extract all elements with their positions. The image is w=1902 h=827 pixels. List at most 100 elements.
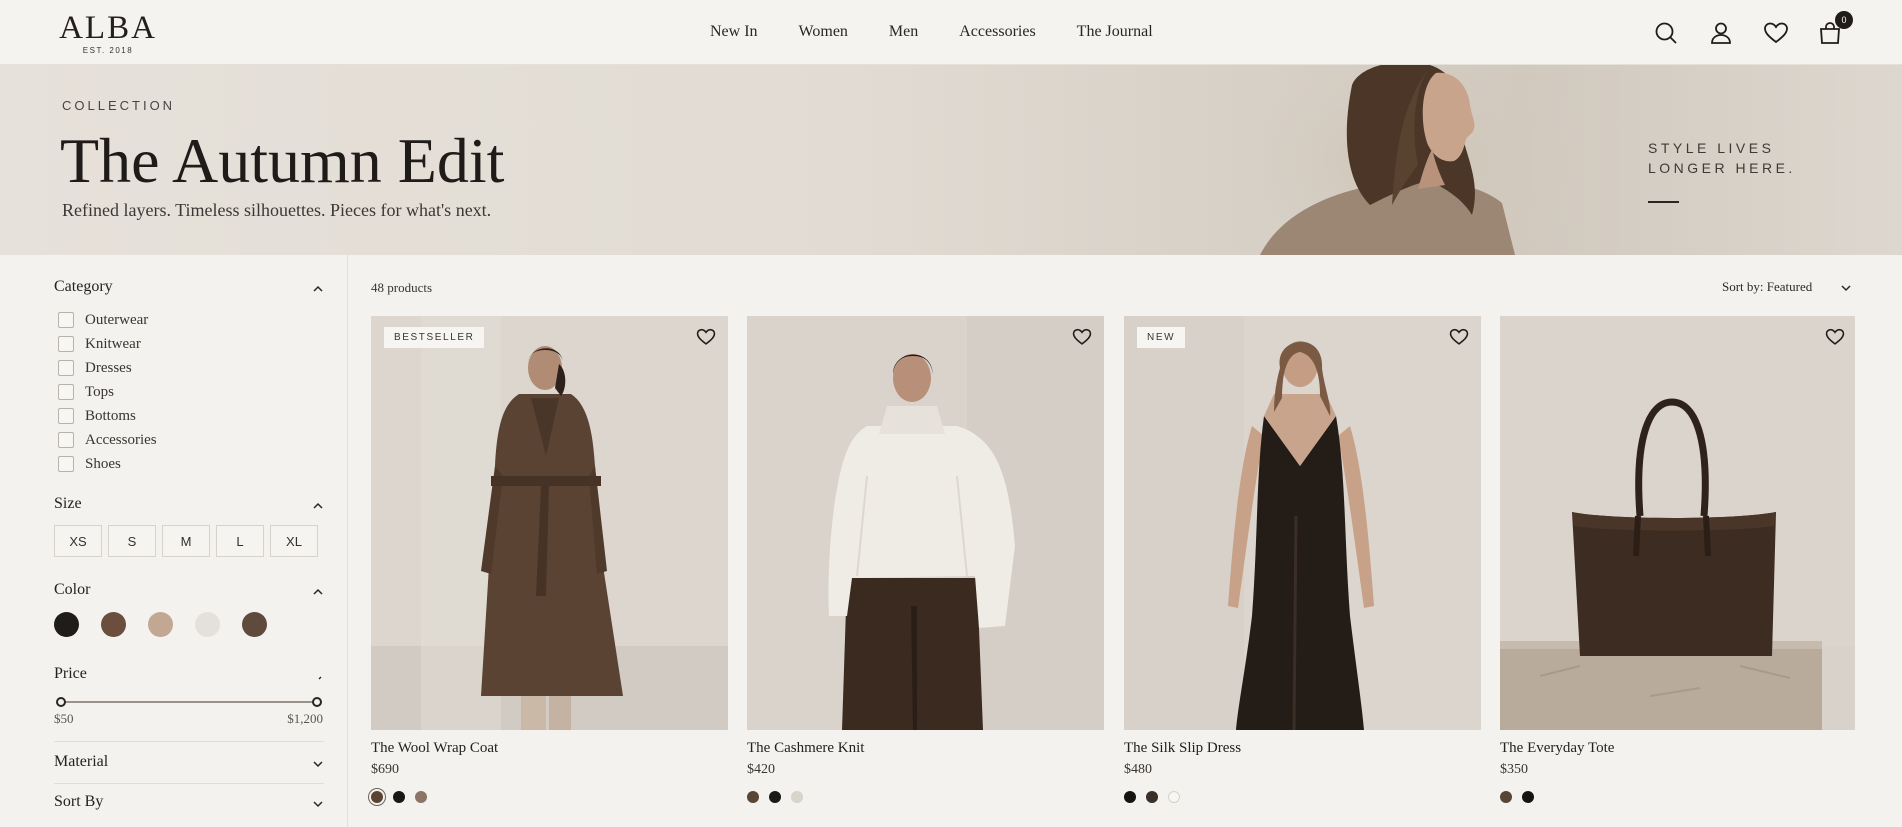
size-filter-label: Size xyxy=(54,495,82,512)
color-swatch-tan[interactable] xyxy=(148,612,173,637)
category-option-knitwear[interactable]: Knitwear xyxy=(58,332,157,356)
product-color-options xyxy=(1500,791,1544,803)
size-xl-button[interactable]: XL xyxy=(270,525,318,557)
size-l-button[interactable]: L xyxy=(216,525,264,557)
price-filter-header[interactable]: Price xyxy=(54,665,324,687)
category-option-bottoms[interactable]: Bottoms xyxy=(58,404,157,428)
product-count: 48 products xyxy=(371,280,433,295)
category-option-shoes[interactable]: Shoes xyxy=(58,452,157,476)
nav-women[interactable]: Women xyxy=(799,22,848,42)
category-filter-header[interactable]: Category xyxy=(54,278,324,300)
hero-subtitle: Refined layers. Timeless silhouettes. Pi… xyxy=(62,200,492,220)
category-label: Dresses xyxy=(85,359,132,376)
price-filter-label: Price xyxy=(54,665,87,682)
price-min-value: $50 xyxy=(54,711,74,726)
checkbox[interactable] xyxy=(58,312,74,328)
size-filter-header[interactable]: Size xyxy=(54,495,324,517)
heart-icon[interactable] xyxy=(1072,327,1092,347)
product-badge: BESTSELLER xyxy=(384,327,485,348)
category-option-outerwear[interactable]: Outerwear xyxy=(58,308,157,332)
category-option-accessories[interactable]: Accessories xyxy=(58,428,157,452)
wishlist-icon[interactable] xyxy=(1763,20,1789,46)
color-dot[interactable] xyxy=(371,791,383,803)
color-dot[interactable] xyxy=(393,791,405,803)
size-xs-button[interactable]: XS xyxy=(54,525,102,557)
account-icon[interactable] xyxy=(1708,20,1734,46)
color-dot[interactable] xyxy=(791,791,803,803)
size-s-button[interactable]: S xyxy=(108,525,156,557)
filter-sidebar: Category Outerwear Knitwear Dresses Tops… xyxy=(0,255,348,827)
color-swatch-dark-brown[interactable] xyxy=(242,612,267,637)
checkbox[interactable] xyxy=(58,384,74,400)
sort-by-filter-header[interactable]: Sort By xyxy=(54,793,324,815)
bag-count-badge: 0 xyxy=(1835,11,1853,29)
product-image[interactable] xyxy=(747,316,1104,730)
price-range-slider[interactable] xyxy=(56,697,322,707)
heart-icon[interactable] xyxy=(1825,327,1845,347)
price-min-handle[interactable] xyxy=(56,697,66,707)
color-dot[interactable] xyxy=(1146,791,1158,803)
chevron-down-icon xyxy=(1841,285,1851,292)
nav-men[interactable]: Men xyxy=(889,22,918,42)
product-name[interactable]: The Cashmere Knit xyxy=(747,740,864,757)
product-image[interactable] xyxy=(1500,316,1857,730)
nav-journal[interactable]: The Journal xyxy=(1077,22,1153,42)
checkbox[interactable] xyxy=(58,408,74,424)
category-option-dresses[interactable]: Dresses xyxy=(58,356,157,380)
category-label: Outerwear xyxy=(85,311,149,328)
search-icon[interactable] xyxy=(1653,20,1679,46)
color-dot[interactable] xyxy=(769,791,781,803)
product-card[interactable]: The Everyday Tote $350 xyxy=(1500,316,1857,816)
product-card[interactable]: NEW The Silk Slip Dress $480 xyxy=(1124,316,1481,816)
chevron-down-icon xyxy=(313,761,323,768)
material-filter-header[interactable]: Material xyxy=(54,753,324,775)
product-image[interactable]: NEW xyxy=(1124,316,1481,730)
color-dot[interactable] xyxy=(1124,791,1136,803)
product-price: $420 xyxy=(747,762,775,777)
color-dot[interactable] xyxy=(1522,791,1534,803)
checkbox[interactable] xyxy=(58,336,74,352)
heart-icon[interactable] xyxy=(1449,327,1469,347)
heart-icon[interactable] xyxy=(696,327,716,347)
category-label: Accessories xyxy=(85,431,157,448)
product-price: $350 xyxy=(1500,762,1528,777)
size-m-button[interactable]: M xyxy=(162,525,210,557)
sort-dropdown[interactable]: Sort by: Featured xyxy=(1722,279,1852,297)
color-dot[interactable] xyxy=(747,791,759,803)
product-card[interactable]: BESTSELLER The Wool Wrap Coat $690 xyxy=(371,316,728,816)
checkbox[interactable] xyxy=(58,360,74,376)
brand-logo[interactable]: ALBA EST. 2018 xyxy=(56,12,160,56)
main-nav: New In Women Men Accessories The Journal xyxy=(710,22,1153,42)
product-name[interactable]: The Silk Slip Dress xyxy=(1124,740,1241,757)
color-dot[interactable] xyxy=(415,791,427,803)
price-max-handle[interactable] xyxy=(312,697,322,707)
category-label: Shoes xyxy=(85,455,121,472)
product-name[interactable]: The Wool Wrap Coat xyxy=(371,740,498,757)
hero-banner: COLLECTION The Autumn Edit Refined layer… xyxy=(0,65,1902,255)
checkbox[interactable] xyxy=(58,432,74,448)
product-image[interactable]: BESTSELLER xyxy=(371,316,728,730)
product-badge: NEW xyxy=(1137,327,1186,348)
color-dot[interactable] xyxy=(1168,791,1180,803)
category-option-tops[interactable]: Tops xyxy=(58,380,157,404)
color-dot[interactable] xyxy=(1500,791,1512,803)
bag-icon[interactable]: 0 xyxy=(1817,11,1853,46)
hero-eyebrow: COLLECTION xyxy=(62,98,176,113)
product-name[interactable]: The Everyday Tote xyxy=(1500,740,1614,757)
nav-accessories[interactable]: Accessories xyxy=(959,22,1035,42)
color-filter-header[interactable]: Color xyxy=(54,581,324,603)
chevron-up-icon xyxy=(313,502,323,509)
logo-tagline: EST. 2018 xyxy=(82,46,134,55)
nav-new-in[interactable]: New In xyxy=(710,22,758,42)
color-swatch-black[interactable] xyxy=(54,612,79,637)
category-label: Tops xyxy=(85,383,114,400)
product-color-options xyxy=(1124,791,1190,803)
color-swatch-brown[interactable] xyxy=(101,612,126,637)
product-color-options xyxy=(747,791,813,803)
hero-tagline-line2: LONGER HERE. xyxy=(1648,160,1796,176)
checkbox[interactable] xyxy=(58,456,74,472)
product-price: $690 xyxy=(371,762,399,777)
chevron-up-icon xyxy=(313,588,323,595)
product-card[interactable]: The Cashmere Knit $420 xyxy=(747,316,1104,816)
color-swatch-light-grey[interactable] xyxy=(195,612,220,637)
